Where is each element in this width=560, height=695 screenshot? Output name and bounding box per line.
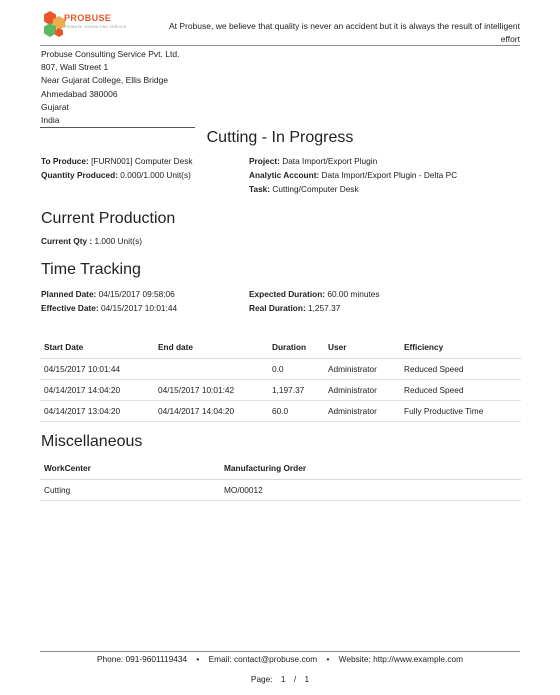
- header-divider: [40, 45, 520, 46]
- user-cell: Administrator: [324, 400, 400, 422]
- task-field: Task: Cutting/Computer Desk: [249, 182, 359, 196]
- current-production-heading: Current Production: [41, 210, 176, 227]
- expected-duration-value: 60.00 minutes: [327, 289, 380, 299]
- user-cell: Administrator: [324, 379, 400, 401]
- effective-date-label: Effective Date:: [41, 303, 99, 313]
- column-header: End date: [154, 337, 268, 359]
- efficiency-cell: Reduced Speed: [400, 358, 521, 380]
- company-tagline: At Probuse, we believe that quality is n…: [168, 21, 520, 44]
- duration-cell: 60.0: [268, 400, 324, 422]
- start-date-cell: 04/14/2017 14:04:20: [40, 379, 154, 401]
- report-header: PROBUSE PROBUSE CONSULTING SERVICE At Pr…: [0, 0, 560, 50]
- user-cell: Administrator: [324, 358, 400, 380]
- end-date-cell: 04/14/2017 14:04:20: [154, 400, 268, 422]
- manufacturing-order-cell: MO/00012: [220, 479, 521, 501]
- analytic-account-value: Data Import/Export Plugin - Delta PC: [321, 170, 458, 180]
- start-date-cell: 04/15/2017 10:01:44: [40, 358, 154, 380]
- effective-date-field: Effective Date: 04/15/2017 10:01:44: [41, 301, 177, 315]
- planned-date-value: 04/15/2017 09:58:06: [98, 289, 175, 299]
- footer-divider: [40, 651, 520, 652]
- report-page: PROBUSE PROBUSE CONSULTING SERVICE At Pr…: [0, 0, 560, 695]
- time-tracking-table: Start Date End date Duration User Effici…: [40, 337, 521, 422]
- quantity-produced-field: Quantity Produced: 0.000/1.000 Unit(s): [41, 168, 191, 182]
- project-value: Data Import/Export Plugin: [282, 156, 378, 166]
- table-header-row: WorkCenter Manufacturing Order: [40, 458, 521, 480]
- brand-name: PROBUSE: [64, 13, 112, 23]
- real-duration-label: Real Duration:: [249, 303, 306, 313]
- page-label: Page:: [250, 674, 273, 684]
- task-value: Cutting/Computer Desk: [272, 184, 359, 194]
- report-title: Cutting - In Progress: [206, 129, 354, 146]
- project-label: Project:: [249, 156, 280, 166]
- quantity-produced-value: 0.000/1.000 Unit(s): [120, 170, 191, 180]
- footer-email: Email: contact@probuse.com: [208, 654, 318, 664]
- project-field: Project: Data Import/Export Plugin: [249, 154, 377, 168]
- table-header-row: Start Date End date Duration User Effici…: [40, 337, 521, 359]
- efficiency-cell: Fully Productive Time: [400, 400, 521, 422]
- column-header: User: [324, 337, 400, 359]
- brand-subtitle: PROBUSE CONSULTING SERVICE: [64, 25, 127, 29]
- planned-date-label: Planned Date:: [41, 289, 97, 299]
- footer-website: Website: http://www.example.com: [338, 654, 464, 664]
- end-date-cell: [154, 358, 268, 380]
- quantity-produced-label: Quantity Produced:: [41, 170, 118, 180]
- to-produce-field: To Produce: [FURN001] Computer Desk: [41, 154, 193, 168]
- end-date-cell: 04/15/2017 10:01:42: [154, 379, 268, 401]
- table-row: 04/15/2017 10:01:44 0.0 Administrator Re…: [40, 358, 521, 380]
- analytic-account-label: Analytic Account:: [249, 170, 320, 180]
- company-street: 807, Wall Street 1: [41, 62, 109, 73]
- start-date-cell: 04/14/2017 13:04:20: [40, 400, 154, 422]
- column-header: WorkCenter: [40, 458, 220, 480]
- company-address: Probuse Consulting Service Pvt. Ltd. 807…: [41, 48, 211, 127]
- footer-separator: •: [196, 654, 200, 664]
- address-divider: [40, 127, 195, 128]
- expected-duration-field: Expected Duration: 60.00 minutes: [249, 287, 380, 301]
- task-label: Task:: [249, 184, 271, 194]
- page-separator: /: [293, 674, 297, 684]
- expected-duration-label: Expected Duration:: [249, 289, 326, 299]
- duration-cell: 1,197.37: [268, 379, 324, 401]
- column-header: Duration: [268, 337, 324, 359]
- effective-date-value: 04/15/2017 10:01:44: [100, 303, 178, 313]
- page-counter: Page: 1 / 1: [0, 674, 560, 684]
- column-header: Efficiency: [400, 337, 521, 359]
- page-total: 1: [304, 674, 310, 684]
- analytic-account-field: Analytic Account: Data Import/Export Plu…: [249, 168, 457, 182]
- to-produce-value: [FURN001] Computer Desk: [91, 156, 193, 166]
- page-current: 1: [280, 674, 286, 684]
- company-street2: Near Gujarat College, Ellis Bridge: [41, 75, 169, 86]
- report-footer: Phone: 091-9601119434 • Email: contact@p…: [0, 654, 560, 664]
- table-row: 04/14/2017 13:04:20 04/14/2017 14:04:20 …: [40, 400, 521, 422]
- efficiency-cell: Reduced Speed: [400, 379, 521, 401]
- footer-separator: •: [326, 654, 330, 664]
- current-qty-field: Current Qty : 1.000 Unit(s): [41, 234, 142, 248]
- current-qty-value: 1.000 Unit(s): [94, 236, 142, 246]
- planned-date-field: Planned Date: 04/15/2017 09:58:06: [41, 287, 175, 301]
- time-tracking-heading: Time Tracking: [41, 261, 141, 278]
- column-header: Manufacturing Order: [220, 458, 521, 480]
- real-duration-value: 1,257.37: [308, 303, 341, 313]
- duration-cell: 0.0: [268, 358, 324, 380]
- miscellaneous-heading: Miscellaneous: [41, 433, 143, 450]
- company-name: Probuse Consulting Service Pvt. Ltd.: [41, 49, 180, 59]
- company-city: Ahmedabad 380006: [41, 88, 118, 99]
- table-row: Cutting MO/00012: [40, 479, 521, 501]
- company-country: India: [41, 115, 60, 126]
- to-produce-label: To Produce:: [41, 156, 89, 166]
- footer-phone: Phone: 091-9601119434: [96, 654, 188, 664]
- column-header: Start Date: [40, 337, 154, 359]
- miscellaneous-table: WorkCenter Manufacturing Order Cutting M…: [40, 458, 521, 501]
- workcenter-cell: Cutting: [40, 479, 220, 501]
- real-duration-field: Real Duration: 1,257.37: [249, 301, 340, 315]
- table-row: 04/14/2017 14:04:20 04/15/2017 10:01:42 …: [40, 379, 521, 401]
- company-state: Gujarat: [41, 101, 69, 112]
- current-qty-label: Current Qty :: [41, 236, 93, 246]
